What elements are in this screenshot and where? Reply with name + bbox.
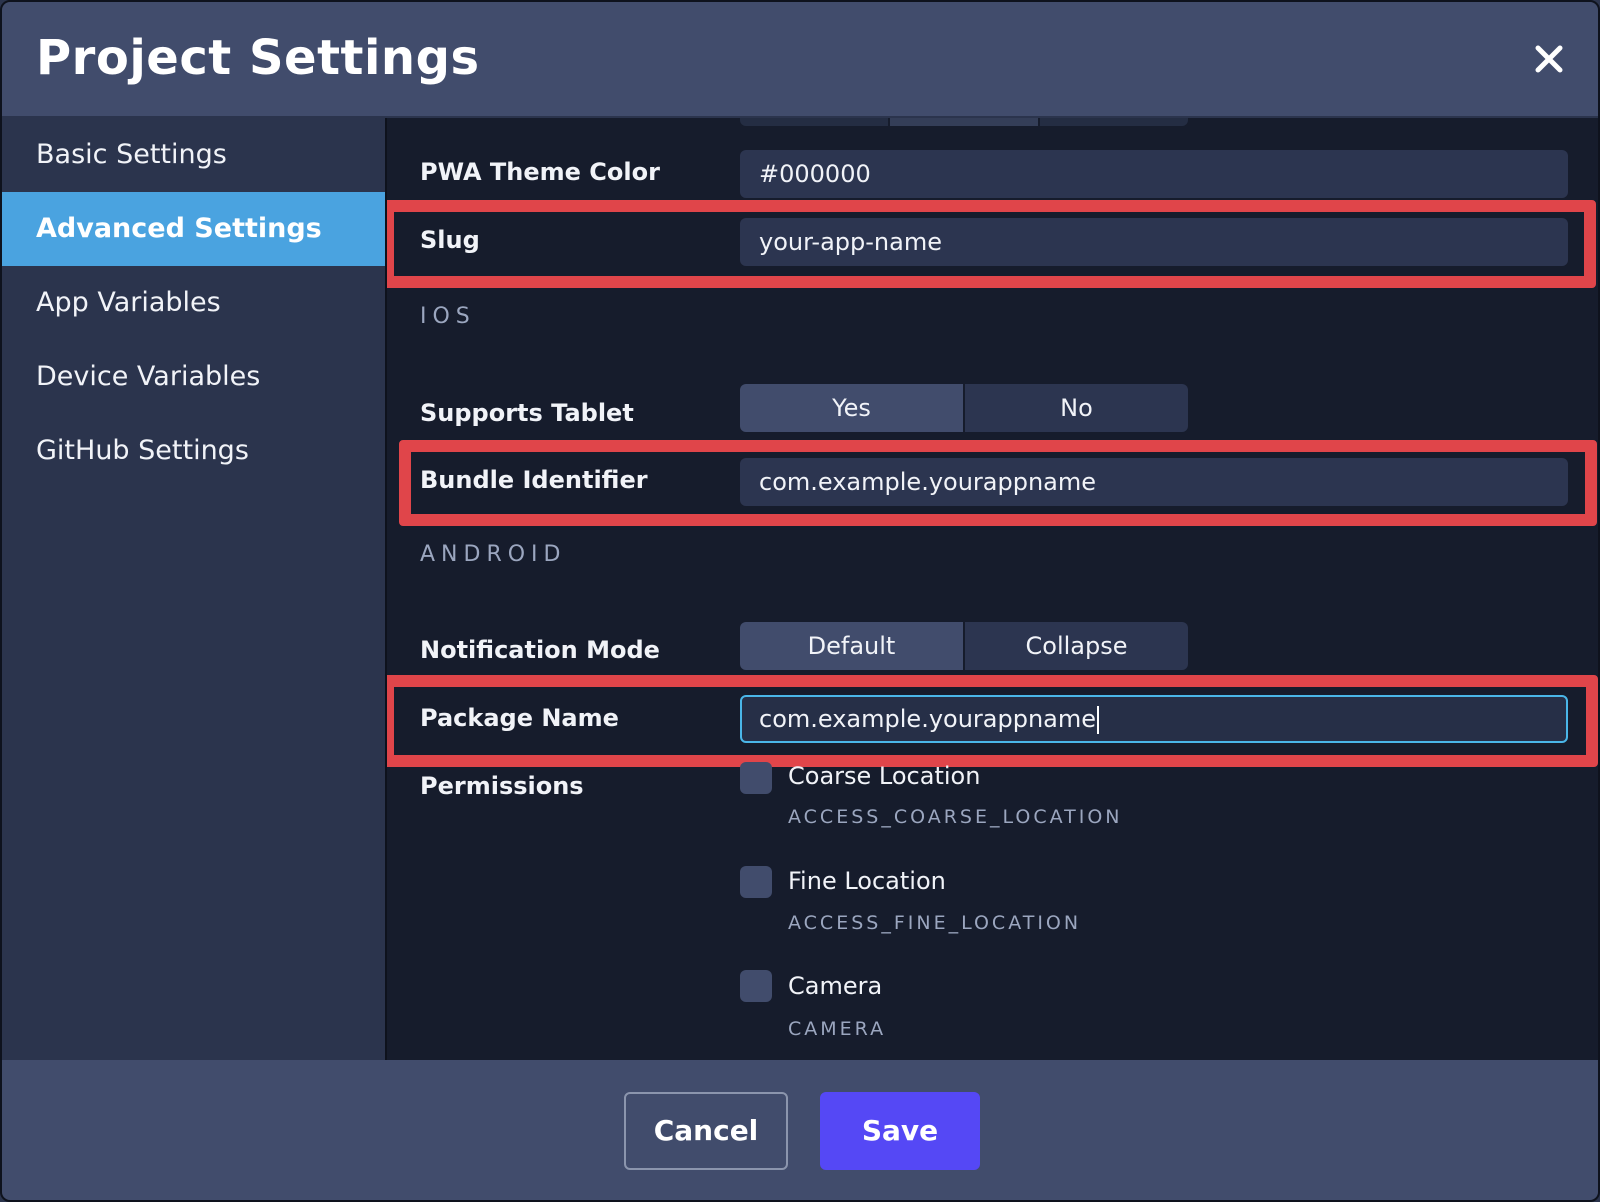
camera-name: Camera [788,972,883,1000]
fine-location-checkbox[interactable] [740,866,772,898]
package-name-label: Package Name [420,704,619,732]
supports-tablet-toggle: Yes No [740,384,1188,432]
pwa-theme-color-input[interactable]: #000000 [740,150,1568,198]
sidebar-item-advanced-settings[interactable]: Advanced Settings [2,192,385,266]
sidebar-item-basic-settings[interactable]: Basic Settings [2,118,385,192]
cancel-button[interactable]: Cancel [624,1092,788,1170]
package-name-input[interactable]: com.example.yourappname [740,695,1568,743]
slug-input[interactable]: your-app-name [740,218,1568,266]
save-button[interactable]: Save [820,1092,980,1170]
package-name-value: com.example.yourappname [759,705,1097,733]
dialog-title: Project Settings [36,30,480,86]
sidebar-item-app-variables[interactable]: App Variables [2,266,385,340]
project-settings-dialog: Project Settings Basic Settings Advanced… [0,0,1600,1202]
dialog-header: Project Settings [2,2,1598,118]
ios-section-title: IOS [420,304,476,329]
coarse-location-code: ACCESS_COARSE_LOCATION [788,806,1123,828]
supports-tablet-no-option[interactable]: No [965,384,1188,432]
permissions-label: Permissions [420,772,584,800]
slug-label: Slug [420,226,480,254]
coarse-location-name: Coarse Location [788,762,981,790]
camera-code: CAMERA [788,1018,887,1040]
fine-location-code: ACCESS_FINE_LOCATION [788,912,1082,934]
pwa-theme-color-label: PWA Theme Color [420,158,660,186]
bundle-identifier-input[interactable]: com.example.yourappname [740,458,1568,506]
bundle-identifier-label: Bundle Identifier [420,466,648,494]
notification-mode-toggle: Default Collapse [740,622,1188,670]
text-caret [1097,706,1100,734]
supports-tablet-label: Supports Tablet [420,399,634,427]
sidebar-item-device-variables[interactable]: Device Variables [2,340,385,414]
android-section-title: ANDROID [420,542,567,567]
sidebar-item-github-settings[interactable]: GitHub Settings [2,414,385,488]
camera-checkbox[interactable] [740,970,772,1002]
partially-visible-segmented-control [740,118,1188,126]
dialog-footer: Cancel Save [2,1060,1598,1200]
coarse-location-checkbox[interactable] [740,762,772,794]
close-icon [1535,45,1563,73]
supports-tablet-yes-option[interactable]: Yes [740,384,965,432]
notification-mode-collapse-option[interactable]: Collapse [965,622,1188,670]
settings-content[interactable]: PWA Theme Color #000000 Slug your-app-na… [387,118,1598,1060]
fine-location-name: Fine Location [788,867,946,895]
notification-mode-label: Notification Mode [420,636,660,664]
close-button[interactable] [1524,34,1574,84]
notification-mode-default-option[interactable]: Default [740,622,965,670]
settings-sidebar: Basic Settings Advanced Settings App Var… [2,118,387,1060]
